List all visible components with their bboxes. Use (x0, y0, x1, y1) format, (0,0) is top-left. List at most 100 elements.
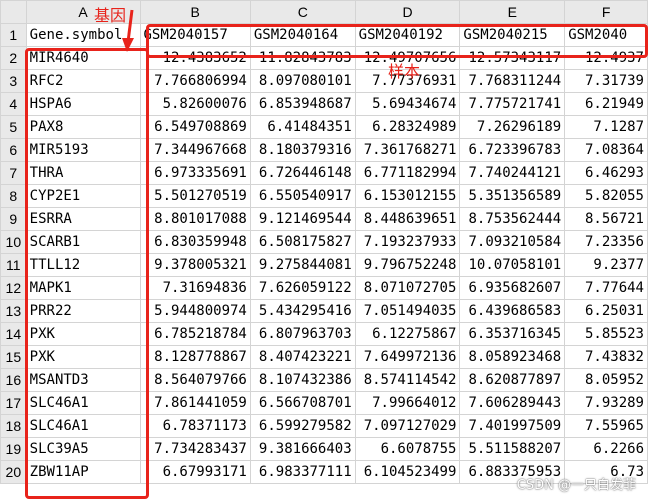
row-header[interactable]: 10 (0, 230, 27, 254)
cell-expression-value[interactable]: 6.935682607 (459, 276, 566, 300)
cell-expression-value[interactable]: 7.649972136 (354, 345, 461, 369)
cell-expression-value[interactable]: 7.740244121 (459, 161, 566, 185)
row-header[interactable]: 17 (0, 391, 27, 415)
cell-expression-value[interactable]: 8.107432386 (249, 368, 356, 392)
cell-expression-value[interactable]: 9.121469544 (249, 207, 356, 231)
cell-gene-symbol[interactable]: SLC46A1 (25, 414, 141, 438)
column-header-e[interactable]: E (459, 0, 566, 24)
cell-expression-value[interactable]: 6.550540917 (249, 184, 356, 208)
row-header[interactable]: 12 (0, 276, 27, 300)
cell-expression-value[interactable]: 7.99664012 (354, 391, 461, 415)
row-header[interactable]: 1 (0, 23, 27, 47)
cell-gene-symbol[interactable]: PRR22 (25, 299, 141, 323)
cell-gene-symbol[interactable]: MSANTD3 (25, 368, 141, 392)
cell-expression-value[interactable]: 7.626059122 (249, 276, 356, 300)
row-header[interactable]: 8 (0, 184, 27, 208)
cell-expression-value[interactable]: 6.104523499 (354, 460, 461, 484)
cell-expression-value[interactable]: 7.734283437 (139, 437, 251, 461)
cell-gene-symbol[interactable]: SLC46A1 (25, 391, 141, 415)
cell-expression-value[interactable]: 6.78371173 (139, 414, 251, 438)
cell-expression-value[interactable]: 6.67993171 (139, 460, 251, 484)
cell-expression-value[interactable]: 11.82843783 (249, 46, 356, 70)
column-header-f[interactable]: F (564, 0, 648, 24)
row-header[interactable]: 14 (0, 322, 27, 346)
cell-expression-value[interactable]: 9.275844081 (249, 253, 356, 277)
cell-expression-value[interactable]: 7.051494035 (354, 299, 461, 323)
cell-expression-value[interactable]: 10.07058101 (459, 253, 566, 277)
cell-gene-symbol[interactable]: HSPA6 (25, 92, 141, 116)
cell-expression-value[interactable]: 6.983377111 (249, 460, 356, 484)
cell-expression-value[interactable]: 6.785218784 (139, 322, 251, 346)
cell-expression-value[interactable]: 7.55965 (564, 414, 648, 438)
cell-expression-value[interactable]: 7.768311244 (459, 69, 566, 93)
cell-expression-value[interactable]: 7.77644 (564, 276, 648, 300)
cell-sample-header[interactable]: GSM2040 (564, 23, 648, 47)
cell-expression-value[interactable]: 5.944800974 (139, 299, 251, 323)
cell-gene-symbol[interactable]: THRA (25, 161, 141, 185)
cell-expression-value[interactable]: 7.26296189 (459, 115, 566, 139)
cell-expression-value[interactable]: 6.566708701 (249, 391, 356, 415)
cell-expression-value[interactable]: 6.153012155 (354, 184, 461, 208)
row-header[interactable]: 9 (0, 207, 27, 231)
cell-expression-value[interactable]: 8.180379316 (249, 138, 356, 162)
row-header[interactable]: 19 (0, 437, 27, 461)
cell-expression-value[interactable]: 6.28324989 (354, 115, 461, 139)
cell-expression-value[interactable]: 9.796752248 (354, 253, 461, 277)
cell-expression-value[interactable]: 8.05952 (564, 368, 648, 392)
cell-expression-value[interactable]: 7.766806994 (139, 69, 251, 93)
row-header[interactable]: 11 (0, 253, 27, 277)
cell-gene-symbol[interactable]: TTLL12 (25, 253, 141, 277)
cell-expression-value[interactable]: 8.753562444 (459, 207, 566, 231)
cell-expression-value[interactable]: 6.726446148 (249, 161, 356, 185)
cell-gene-symbol[interactable]: PXK (25, 322, 141, 346)
cell-expression-value[interactable]: 6.723396783 (459, 138, 566, 162)
cell-expression-value[interactable]: 8.801017088 (139, 207, 251, 231)
cell-expression-value[interactable]: 9.2377 (564, 253, 648, 277)
cell-expression-value[interactable]: 7.1287 (564, 115, 648, 139)
cell-expression-value[interactable]: 12.57343117 (459, 46, 566, 70)
cell-expression-value[interactable]: 7.93289 (564, 391, 648, 415)
cell-expression-value[interactable]: 6.21949 (564, 92, 648, 116)
cell-expression-value[interactable]: 7.775721741 (459, 92, 566, 116)
cell-expression-value[interactable]: 8.097080101 (249, 69, 356, 93)
column-header-d[interactable]: D (354, 0, 461, 24)
cell-expression-value[interactable]: 6.25031 (564, 299, 648, 323)
cell-gene-symbol[interactable]: MIR5193 (25, 138, 141, 162)
cell-expression-value[interactable]: 6.353716345 (459, 322, 566, 346)
cell-expression-value[interactable]: 6.853948687 (249, 92, 356, 116)
cell-expression-value[interactable]: 5.511588207 (459, 437, 566, 461)
cell-expression-value[interactable]: 7.606289443 (459, 391, 566, 415)
cell-expression-value[interactable]: 8.407423221 (249, 345, 356, 369)
cell-expression-value[interactable]: 5.351356589 (459, 184, 566, 208)
cell-gene-symbol[interactable]: SLC39A5 (25, 437, 141, 461)
row-header[interactable]: 15 (0, 345, 27, 369)
cell-expression-value[interactable]: 5.69434674 (354, 92, 461, 116)
cell-expression-value[interactable]: 6.807963703 (249, 322, 356, 346)
cell-expression-value[interactable]: 7.344967668 (139, 138, 251, 162)
cell-expression-value[interactable]: 12.4383652 (139, 46, 251, 70)
cell-expression-value[interactable]: 7.097127029 (354, 414, 461, 438)
cell-expression-value[interactable]: 6.508175827 (249, 230, 356, 254)
cell-expression-value[interactable]: 8.448639651 (354, 207, 461, 231)
cell-expression-value[interactable]: 7.093210584 (459, 230, 566, 254)
cell-expression-value[interactable]: 6.2266 (564, 437, 648, 461)
cell-expression-value[interactable]: 7.43832 (564, 345, 648, 369)
cell-expression-value[interactable]: 6.771182994 (354, 161, 461, 185)
cell-expression-value[interactable]: 7.31694836 (139, 276, 251, 300)
cell-gene-symbol[interactable]: MAPK1 (25, 276, 141, 300)
cell-expression-value[interactable]: 9.381666403 (249, 437, 356, 461)
cell-expression-value[interactable]: 6.439686583 (459, 299, 566, 323)
data-grid[interactable]: A B C D E F 1 Gene.symbol GSM2040157 GSM… (0, 0, 648, 484)
row-header[interactable]: 6 (0, 138, 27, 162)
cell-gene-symbol[interactable]: PAX8 (25, 115, 141, 139)
row-header[interactable]: 7 (0, 161, 27, 185)
cell-expression-value[interactable]: 7.08364 (564, 138, 648, 162)
row-header[interactable]: 3 (0, 69, 27, 93)
row-header[interactable]: 16 (0, 368, 27, 392)
cell-gene-symbol[interactable]: ESRRA (25, 207, 141, 231)
cell-expression-value[interactable]: 8.564079766 (139, 368, 251, 392)
row-header[interactable]: 13 (0, 299, 27, 323)
column-header-b[interactable]: B (139, 0, 251, 24)
cell-expression-value[interactable]: 5.434295416 (249, 299, 356, 323)
cell-expression-value[interactable]: 7.861441059 (139, 391, 251, 415)
